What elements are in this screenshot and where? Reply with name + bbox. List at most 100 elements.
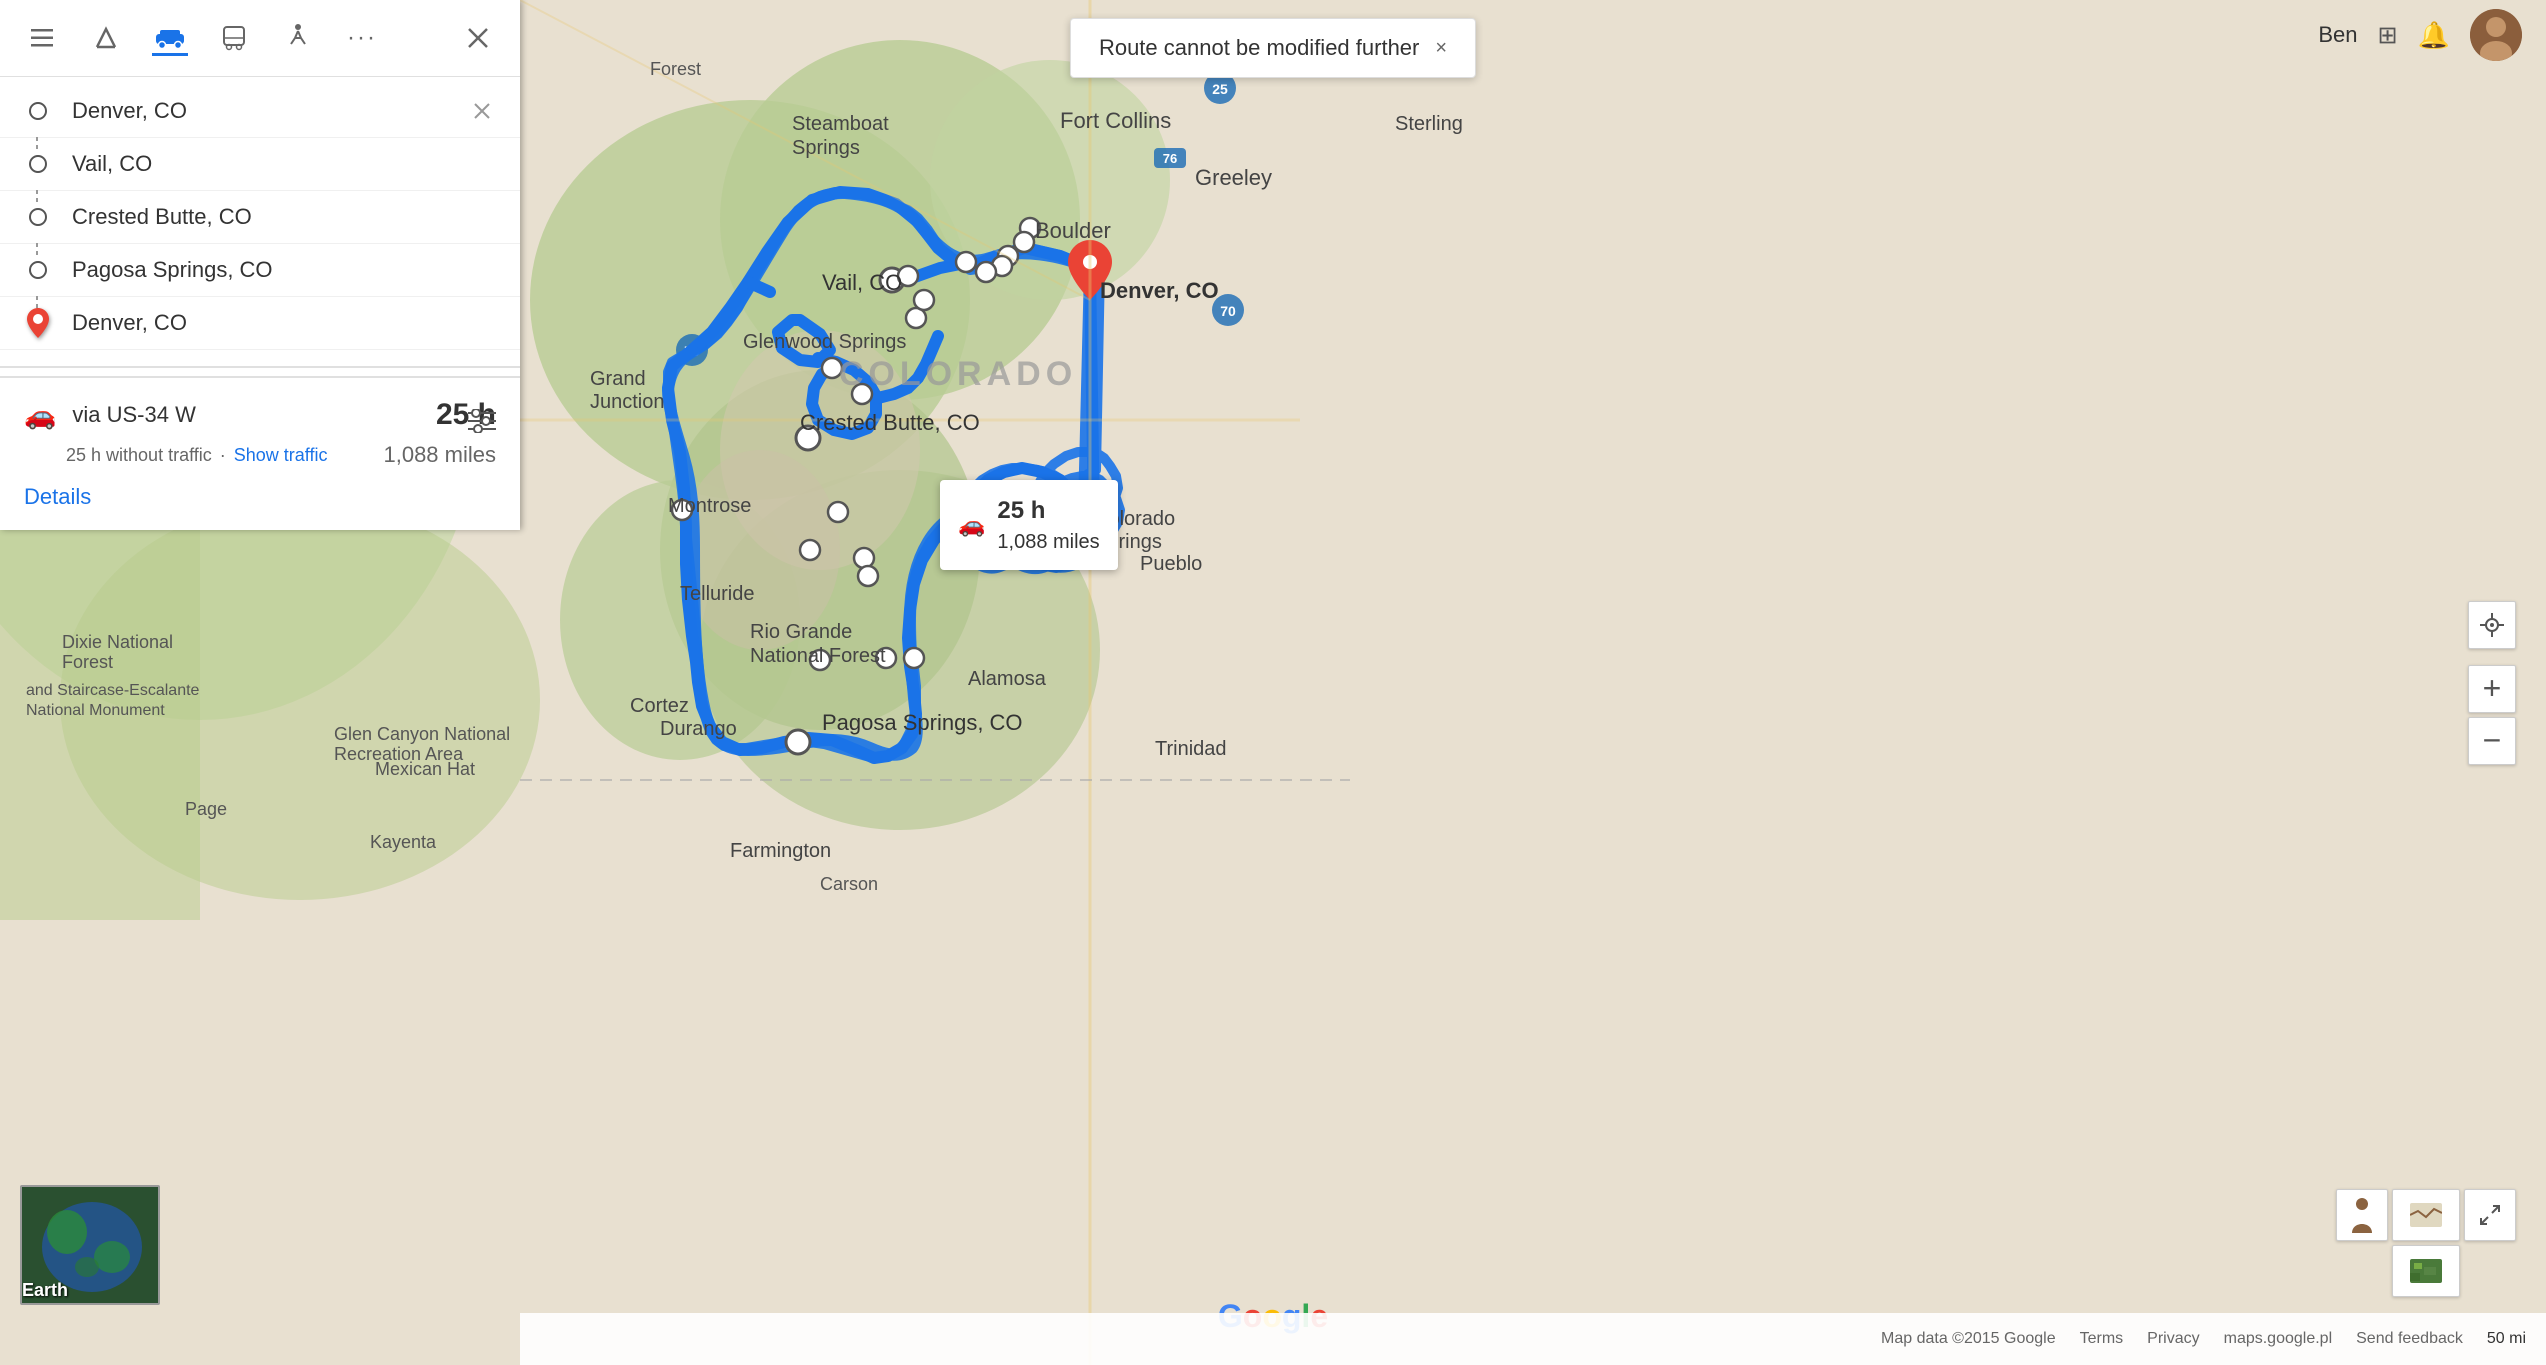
bottom-right-controls (2336, 1189, 2516, 1305)
notifications-icon[interactable]: 🔔 (2418, 20, 2450, 51)
waypoint-pagosa-springs: Pagosa Springs, CO (0, 244, 520, 297)
apps-icon[interactable]: ⊞ (2378, 21, 2398, 50)
menu-button[interactable] (24, 20, 60, 56)
svg-text:Mexican Hat: Mexican Hat (375, 759, 475, 779)
svg-text:Boulder: Boulder (1035, 218, 1111, 243)
svg-text:Forest: Forest (650, 59, 701, 79)
directions-icon-button[interactable] (88, 20, 124, 56)
waypoint-clear-button-1[interactable] (468, 97, 496, 125)
svg-text:Farmington: Farmington (730, 840, 831, 862)
svg-text:and Staircase-Escalante: and Staircase-Escalante (26, 682, 200, 699)
more-options-button[interactable]: ··· (344, 20, 380, 56)
svg-text:Page: Page (185, 799, 227, 819)
map-data-text: Map data ©2015 Google (1881, 1330, 2056, 1348)
svg-text:70: 70 (1220, 303, 1236, 319)
route-tooltip: 🚗 25 h 1,088 miles (940, 480, 1118, 570)
svg-text:Pueblo: Pueblo (1140, 553, 1202, 575)
earth-label: Earth (22, 1280, 68, 1301)
zoom-out-button[interactable]: − (2468, 717, 2516, 765)
notification-close-button[interactable]: × (1435, 37, 1447, 60)
waypoint-name-denver-end: Denver, CO (72, 310, 496, 336)
waypoint-crested-butte: Crested Butte, CO (0, 191, 520, 244)
user-avatar[interactable] (2470, 9, 2522, 61)
route-info: 🚗 via US-34 W 25 h 25 h without traffic … (0, 376, 520, 530)
waypoint-name-vail: Vail, CO (72, 151, 496, 177)
svg-text:Grand: Grand (590, 368, 646, 390)
svg-text:Kayenta: Kayenta (370, 832, 437, 852)
svg-text:Rio Grande: Rio Grande (750, 621, 852, 643)
svg-text:Springs: Springs (792, 137, 860, 159)
show-traffic-link[interactable]: Show traffic (234, 445, 328, 466)
tooltip-distance: 1,088 miles (997, 528, 1099, 556)
scale-label: 50 mi (2487, 1330, 2526, 1348)
svg-text:Vail, CO: Vail, CO (822, 270, 902, 295)
route-details-row: 25 h without traffic · Show traffic 1,08… (66, 442, 496, 468)
close-directions-button[interactable] (460, 20, 496, 56)
tooltip-car-icon: 🚗 (958, 512, 985, 538)
adjust-route-button[interactable] (468, 409, 496, 440)
without-traffic-text: 25 h without traffic (66, 445, 212, 466)
waypoint-circle-icon-3 (24, 203, 52, 231)
map-controls: + − (2468, 601, 2516, 765)
route-details-link[interactable]: Details (24, 484, 91, 510)
svg-text:Alamosa: Alamosa (968, 668, 1047, 690)
svg-text:Denver, CO: Denver, CO (1100, 278, 1219, 303)
svg-text:Sterling: Sterling (1395, 113, 1463, 135)
notification-banner: Route cannot be modified further × (1070, 18, 1476, 78)
svg-text:Crested Butte, CO: Crested Butte, CO (800, 410, 980, 435)
terms-link[interactable]: Terms (2080, 1330, 2124, 1348)
waypoint-name-pagosa-springs: Pagosa Springs, CO (72, 257, 496, 283)
directions-toolbar: ··· (0, 0, 520, 77)
expand-map-button[interactable] (2464, 1189, 2516, 1241)
send-feedback-link[interactable]: Send feedback (2356, 1330, 2463, 1348)
tooltip-duration: 25 h (997, 494, 1099, 528)
svg-text:Forest: Forest (62, 652, 113, 672)
svg-text:Glen Canyon National: Glen Canyon National (334, 724, 510, 744)
maps-url-link[interactable]: maps.google.pl (2224, 1330, 2333, 1348)
svg-text:Pagosa Springs, CO: Pagosa Springs, CO (822, 710, 1023, 735)
svg-text:Junction: Junction (590, 391, 665, 413)
svg-text:Carson: Carson (820, 874, 878, 894)
svg-text:National Monument: National Monument (26, 702, 165, 719)
street-view-button[interactable] (2336, 1189, 2388, 1241)
route-car-icon: 🚗 (24, 400, 56, 431)
svg-text:Steamboat: Steamboat (792, 113, 889, 135)
svg-text:Durango: Durango (660, 718, 737, 740)
route-via-text: via US-34 W (72, 402, 195, 428)
walk-mode-button[interactable] (280, 20, 316, 56)
route-via-row: 🚗 via US-34 W 25 h (24, 398, 496, 432)
location-name: Ben (2318, 22, 2357, 48)
waypoint-name-crested-butte: Crested Butte, CO (72, 204, 496, 230)
tooltip-content: 25 h 1,088 miles (997, 494, 1099, 556)
svg-text:Montrose: Montrose (668, 495, 751, 517)
waypoint-denver-end: Denver, CO (0, 297, 520, 350)
svg-text:76: 76 (1163, 151, 1177, 166)
notification-text: Route cannot be modified further (1099, 35, 1419, 61)
svg-text:Fort Collins: Fort Collins (1060, 108, 1171, 133)
bottom-bar: Map data ©2015 Google Terms Privacy maps… (520, 1313, 2546, 1365)
svg-text:Trinidad: Trinidad (1155, 738, 1227, 760)
svg-text:Cortez: Cortez (630, 695, 689, 717)
my-location-button[interactable] (2468, 601, 2516, 649)
dot-separator: · (220, 445, 226, 466)
waypoint-denver-start: Denver, CO (0, 85, 520, 138)
svg-text:Glenwood Springs: Glenwood Springs (743, 331, 906, 353)
waypoint-vail: Vail, CO (0, 138, 520, 191)
svg-text:Telluride: Telluride (680, 583, 754, 605)
waypoint-name-denver-start: Denver, CO (72, 98, 448, 124)
transit-mode-button[interactable] (216, 20, 252, 56)
sidebar: ··· Denver, CO Vail, CO (0, 0, 520, 530)
waypoint-circle-icon-2 (24, 150, 52, 178)
waypoint-circle-icon-4 (24, 256, 52, 284)
privacy-link[interactable]: Privacy (2147, 1330, 2199, 1348)
svg-text:Dixie National: Dixie National (62, 632, 173, 652)
waypoints-list: Denver, CO Vail, CO Crested Butte, CO (0, 77, 520, 358)
svg-text:25: 25 (1212, 81, 1228, 97)
waypoint-red-pin-icon (24, 309, 52, 337)
satellite-layer-button[interactable] (2392, 1245, 2460, 1297)
map-type-button[interactable] (2392, 1189, 2460, 1241)
drive-mode-button[interactable] (152, 20, 188, 56)
svg-text:COLORADO: COLORADO (839, 355, 1077, 393)
zoom-in-button[interactable]: + (2468, 665, 2516, 713)
route-distance: 1,088 miles (383, 442, 496, 468)
